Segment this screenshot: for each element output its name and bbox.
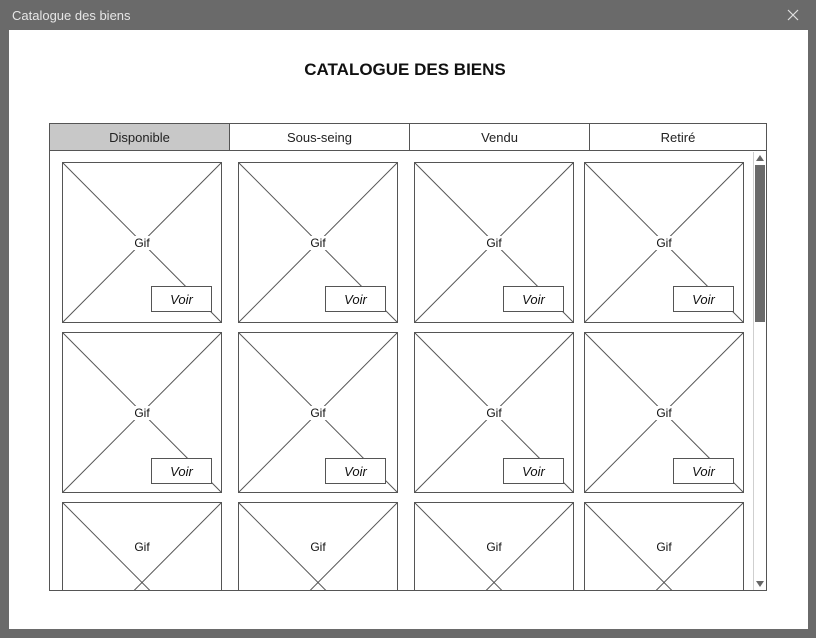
gif-text: Gif [484, 236, 504, 250]
property-card: Gif Voir [584, 162, 744, 323]
gif-text: Gif [654, 540, 674, 554]
image-placeholder-label: Gif [239, 540, 397, 554]
gif-text: Gif [654, 236, 674, 250]
tab-vendu[interactable]: Vendu [410, 124, 590, 150]
scroll-up-arrow-icon[interactable] [754, 152, 766, 164]
voir-button[interactable]: Voir [151, 286, 212, 312]
property-card: Gif Voir [62, 162, 222, 323]
image-placeholder-label: Gif [63, 540, 221, 554]
image-placeholder-label: Gif [585, 236, 743, 250]
gif-text: Gif [484, 406, 504, 420]
tab-disponible[interactable]: Disponible [50, 124, 230, 150]
gif-text: Gif [308, 236, 328, 250]
voir-button[interactable]: Voir [673, 458, 734, 484]
property-card: Gif Voir [238, 332, 398, 493]
tab-retire[interactable]: Retiré [590, 124, 766, 150]
image-placeholder-label: Gif [239, 406, 397, 420]
property-card: Gif [62, 502, 222, 590]
image-placeholder-label: Gif [415, 236, 573, 250]
image-placeholder-label: Gif [585, 406, 743, 420]
image-placeholder-label: Gif [63, 406, 221, 420]
gif-text: Gif [308, 540, 328, 554]
voir-button[interactable]: Voir [503, 458, 564, 484]
property-card: Gif Voir [584, 332, 744, 493]
gif-text: Gif [132, 406, 152, 420]
image-placeholder-label: Gif [63, 236, 221, 250]
voir-button[interactable]: Voir [325, 458, 386, 484]
property-card: Gif Voir [414, 332, 574, 493]
catalogue-panel: Disponible Sous-seing Vendu Retiré Gif Vo… [49, 123, 767, 591]
voir-button[interactable]: Voir [325, 286, 386, 312]
voir-button[interactable]: Voir [673, 286, 734, 312]
status-tabs: Disponible Sous-seing Vendu Retiré [50, 124, 766, 151]
vertical-scrollbar[interactable] [753, 152, 766, 590]
title-bar[interactable]: Catalogue des biens [0, 0, 816, 30]
property-card: Gif Voir [238, 162, 398, 323]
catalogue-window: Catalogue des biens CATALOGUE DES BIENS … [0, 0, 816, 638]
voir-button[interactable]: Voir [503, 286, 564, 312]
property-card: Gif [584, 502, 744, 590]
scroll-thumb[interactable] [755, 165, 765, 322]
scroll-down-arrow-icon[interactable] [754, 578, 766, 590]
window-title: Catalogue des biens [12, 8, 131, 23]
window-content: CATALOGUE DES BIENS Disponible Sous-sein… [9, 30, 808, 629]
property-card: Gif Voir [414, 162, 574, 323]
tab-sous-seing[interactable]: Sous-seing [230, 124, 410, 150]
gif-text: Gif [654, 406, 674, 420]
property-grid: Gif Voir Gif Voir Gif Voir Gif Voir Gif Voir Gif Vo… [50, 152, 753, 590]
image-placeholder-label: Gif [585, 540, 743, 554]
page-title: CATALOGUE DES BIENS [304, 60, 506, 79]
property-card: Gif [414, 502, 574, 590]
image-placeholder-label: Gif [415, 540, 573, 554]
close-icon[interactable] [786, 8, 800, 22]
property-card: Gif Voir [62, 332, 222, 493]
gif-text: Gif [484, 540, 504, 554]
gif-text: Gif [132, 236, 152, 250]
image-placeholder-label: Gif [239, 236, 397, 250]
property-card: Gif [238, 502, 398, 590]
gif-text: Gif [132, 540, 152, 554]
gif-text: Gif [308, 406, 328, 420]
voir-button[interactable]: Voir [151, 458, 212, 484]
image-placeholder-label: Gif [415, 406, 573, 420]
